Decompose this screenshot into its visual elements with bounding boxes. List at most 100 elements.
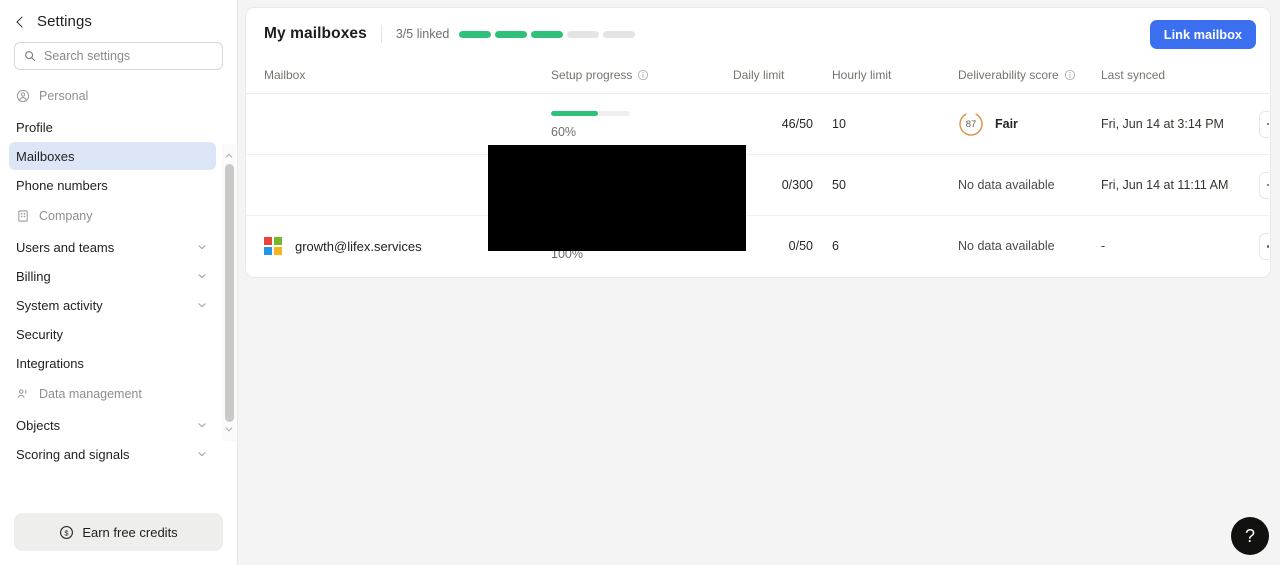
sidebar-item-label: Billing xyxy=(16,268,51,284)
row-menu-button[interactable] xyxy=(1259,171,1270,199)
sidebar-group-personal: Personal xyxy=(0,80,225,112)
sidebar-item-label: Scoring and signals xyxy=(16,446,130,462)
search-input[interactable] xyxy=(44,49,213,63)
earn-free-credits-button[interactable]: $ Earn free credits xyxy=(14,513,223,551)
linked-count-label: 3/5 linked xyxy=(395,27,450,41)
linked-segment xyxy=(459,30,492,38)
sidebar-item-objects[interactable]: Objects xyxy=(9,411,216,439)
column-label: Deliverability score xyxy=(958,68,1059,82)
cell-actions xyxy=(1256,93,1270,155)
column-header-last-synced: Last synced xyxy=(1101,60,1256,94)
search-container xyxy=(0,40,237,80)
row-menu-button[interactable] xyxy=(1259,110,1270,138)
sidebar-item-phone-numbers[interactable]: Phone numbers xyxy=(9,171,216,199)
settings-sidebar: Settings Personal P xyxy=(0,0,238,565)
sidebar-item-security[interactable]: Security xyxy=(9,320,216,348)
setup-progress-fill xyxy=(551,111,599,116)
scroll-down-arrow-icon[interactable] xyxy=(225,425,233,433)
linked-segment xyxy=(603,30,636,38)
sidebar-group-label: Company xyxy=(39,209,93,223)
table-row[interactable]: growth@lifex.services 100% 0/50 6 No dat… xyxy=(246,216,1270,277)
sidebar-item-system-activity[interactable]: System activity xyxy=(9,291,216,319)
column-header-mailbox: Mailbox xyxy=(246,60,551,94)
settings-app: Settings Personal P xyxy=(0,0,1280,565)
sidebar-group-label: Data management xyxy=(39,387,142,401)
sidebar-item-label: System activity xyxy=(16,297,103,313)
chevron-left-icon[interactable] xyxy=(14,15,28,29)
linked-segment xyxy=(495,30,528,38)
setup-progress-percent: 60% xyxy=(551,125,577,139)
chevron-down-icon xyxy=(198,303,206,308)
table-row[interactable]: 60% 46/50 10 87 Fair Fri, Jun 14 at 3:14… xyxy=(246,93,1270,155)
sidebar-item-mailboxes[interactable]: Mailboxes xyxy=(9,142,216,170)
info-icon[interactable] xyxy=(637,69,649,81)
cell-hourly-limit: 10 xyxy=(813,93,958,155)
sidebar-footer: $ Earn free credits xyxy=(0,503,237,565)
mailboxes-card-header: My mailboxes 3/5 linked Link mailbox xyxy=(246,8,1270,60)
coin-dollar-icon: $ xyxy=(60,525,74,539)
sidebar-item-billing[interactable]: Billing xyxy=(9,262,216,290)
sidebar-nav: Personal Profile Mailboxes Phone numbers xyxy=(0,80,237,503)
microsoft-logo-icon xyxy=(264,237,282,256)
sidebar-item-label: Profile xyxy=(16,119,53,135)
help-button[interactable]: ? xyxy=(1231,517,1269,555)
cell-actions xyxy=(1256,154,1270,216)
table-row[interactable]: 80% 0/300 50 No data available Fri, Jun … xyxy=(246,154,1270,216)
deliverability-score-label: Fair xyxy=(995,117,1018,131)
divider xyxy=(380,25,382,43)
mailboxes-card: My mailboxes 3/5 linked Link mailbox Mai… xyxy=(245,7,1271,278)
sidebar-item-scoring-and-signals[interactable]: Scoring and signals xyxy=(9,440,216,468)
sidebar-group-label: Personal xyxy=(39,89,89,103)
chevron-down-icon xyxy=(198,245,206,250)
cell-last-synced: Fri, Jun 14 at 11:11 AM xyxy=(1101,154,1256,216)
sidebar-scrollbar-thumb[interactable] xyxy=(224,164,234,422)
column-header-hourly-limit: Hourly limit xyxy=(813,60,958,94)
chevron-down-icon xyxy=(198,423,206,428)
main-content: My mailboxes 3/5 linked Link mailbox Mai… xyxy=(238,0,1280,565)
person-circle-icon xyxy=(16,89,30,103)
column-label: Mailbox xyxy=(264,68,306,82)
info-icon[interactable] xyxy=(1064,69,1076,81)
cell-deliverability-score: No data available xyxy=(958,216,1101,277)
column-label: Setup progress xyxy=(551,68,633,82)
sidebar-item-label: Integrations xyxy=(16,355,84,371)
cell-actions xyxy=(1256,216,1270,277)
last-synced-value: Fri, Jun 14 at 3:14 PM xyxy=(1101,117,1224,131)
sidebar-group-company: Company xyxy=(0,200,225,232)
mailboxes-table: Mailbox Setup progress Daily limit Hourl… xyxy=(246,60,1270,277)
svg-text:$: $ xyxy=(65,528,70,537)
question-mark-icon: ? xyxy=(1244,525,1255,546)
sidebar-item-users-and-teams[interactable]: Users and teams xyxy=(9,233,216,261)
sidebar-scrollbar[interactable] xyxy=(222,144,236,441)
column-label: Last synced xyxy=(1101,68,1166,82)
earn-free-credits-label: Earn free credits xyxy=(82,524,178,540)
sidebar-group-data-management: Data management xyxy=(0,378,225,410)
search-settings-box[interactable] xyxy=(14,42,223,70)
column-header-actions xyxy=(1256,60,1270,94)
deliverability-score-label: No data available xyxy=(958,178,1055,192)
people-gear-icon xyxy=(17,389,27,399)
sidebar-item-integrations[interactable]: Integrations xyxy=(9,349,216,377)
chevron-down-icon xyxy=(198,274,206,279)
sidebar-item-label: Objects xyxy=(16,417,61,433)
linked-segment xyxy=(567,30,600,38)
mailbox-address: growth@lifex.services xyxy=(295,238,422,254)
sidebar-title: Settings xyxy=(37,13,92,30)
deliverability-score-ring: 87 xyxy=(958,111,984,137)
cell-deliverability-score: No data available xyxy=(958,154,1101,216)
column-header-deliverability-score: Deliverability score xyxy=(958,60,1101,94)
table-body: 60% 46/50 10 87 Fair Fri, Jun 14 at 3:14… xyxy=(246,93,1270,277)
sidebar-item-profile[interactable]: Profile xyxy=(9,113,216,141)
sidebar-item-label: Mailboxes xyxy=(16,148,75,164)
row-menu-button[interactable] xyxy=(1259,232,1270,260)
setup-progress-bar xyxy=(551,111,630,116)
redacted-mailbox-region xyxy=(488,145,746,251)
cell-last-synced: - xyxy=(1101,216,1256,277)
table-header: Mailbox Setup progress Daily limit Hourl… xyxy=(246,60,1270,94)
scroll-up-arrow-icon[interactable] xyxy=(225,152,233,160)
deliverability-score-label: No data available xyxy=(958,239,1055,254)
page-title: My mailboxes xyxy=(264,25,367,42)
chevron-down-icon xyxy=(198,452,206,457)
link-mailbox-button[interactable]: Link mailbox xyxy=(1149,19,1256,49)
linked-segment xyxy=(531,30,564,38)
